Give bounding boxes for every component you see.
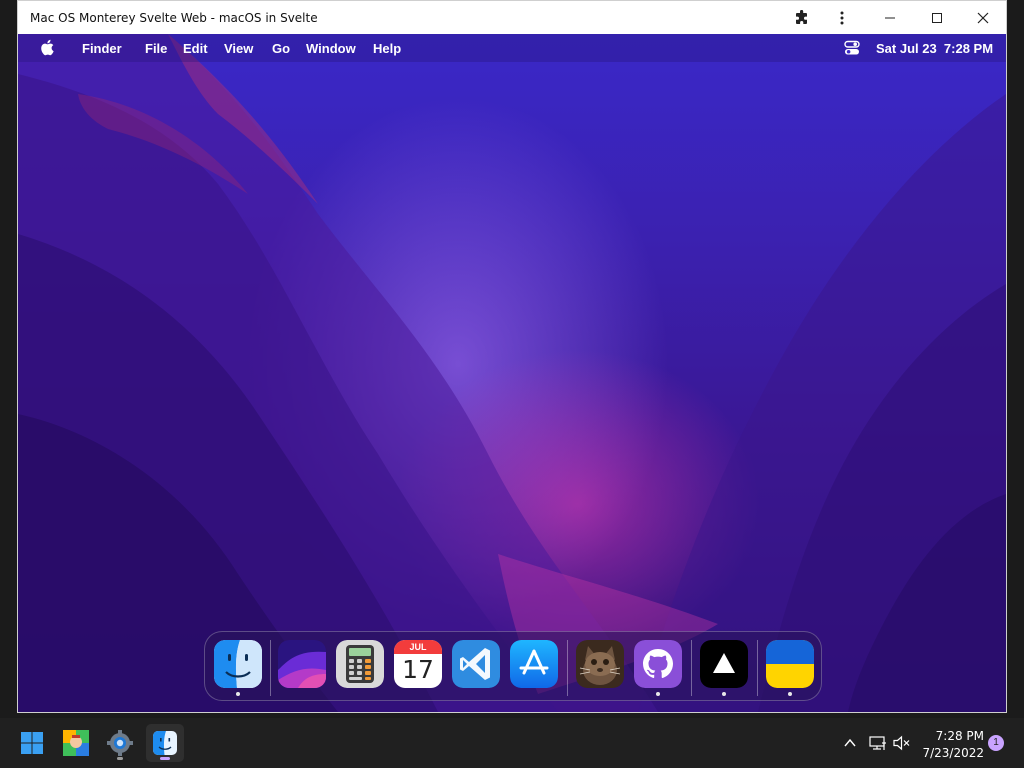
menu-finder[interactable]: Finder <box>82 41 122 56</box>
taskbar-settings[interactable] <box>101 724 139 762</box>
start-button[interactable] <box>13 724 51 762</box>
vscode-icon <box>452 640 500 688</box>
dock-app-finder[interactable] <box>214 640 262 688</box>
app-store-icon <box>510 640 558 688</box>
running-indicator <box>656 692 660 696</box>
windows-taskbar: 7:28 PM 7/23/2022 1 <box>0 718 1024 768</box>
minimize-icon <box>885 17 895 19</box>
calendar-icon: JUL 17 <box>394 640 442 688</box>
more-menu-icon <box>840 11 844 25</box>
browser-window: Mac OS Monterey Svelte Web - macOS in Sv… <box>17 0 1007 713</box>
control-center-icon[interactable] <box>844 40 860 56</box>
menu-edit[interactable]: Edit <box>183 41 208 56</box>
dock-app-vercel[interactable] <box>700 640 748 688</box>
github-icon <box>634 640 682 688</box>
dock-app-cat[interactable] <box>576 640 624 688</box>
menu-window[interactable]: Window <box>306 41 356 56</box>
app-icon <box>63 730 89 756</box>
maximize-button[interactable] <box>923 5 951 31</box>
dock-app-calculator[interactable] <box>336 640 384 688</box>
calculator-icon <box>336 640 384 688</box>
dock-app-vscode[interactable] <box>452 640 500 688</box>
close-icon <box>977 12 989 24</box>
running-indicator <box>722 692 726 696</box>
taskbar-clock-time[interactable]: 7:28 PM <box>930 729 984 743</box>
extensions-button[interactable] <box>788 5 816 31</box>
vercel-icon <box>700 640 748 688</box>
dock-app-wallpapers[interactable] <box>278 640 326 688</box>
network-icon[interactable] <box>869 735 887 751</box>
windows-desktop: Mac OS Monterey Svelte Web - macOS in Sv… <box>0 0 1024 768</box>
dock-separator <box>270 640 271 696</box>
mac-menu-bar: Finder File Edit View Go Window Help Sat… <box>18 34 1006 62</box>
finder-icon <box>214 640 262 688</box>
windows-start-icon <box>21 732 43 754</box>
finder-icon <box>153 731 177 755</box>
browser-titlebar[interactable]: Mac OS Monterey Svelte Web - macOS in Sv… <box>18 1 1006 34</box>
cat-photo-icon <box>576 640 624 688</box>
dock-separator <box>757 640 758 696</box>
settings-icon <box>107 730 133 756</box>
calendar-day: 17 <box>402 655 434 684</box>
wallpapers-icon <box>278 640 326 688</box>
mac-clock[interactable]: Sat Jul 23 7:28 PM <box>876 41 993 56</box>
running-indicator <box>788 692 792 696</box>
close-button[interactable] <box>969 5 997 31</box>
ukraine-flag-icon <box>766 640 814 688</box>
chevron-up-icon[interactable] <box>843 736 857 750</box>
dock-app-github[interactable] <box>634 640 682 688</box>
more-menu-button[interactable] <box>828 5 856 31</box>
taskbar-clock-date[interactable]: 7/23/2022 <box>918 746 984 760</box>
dock-separator <box>691 640 692 696</box>
menu-view[interactable]: View <box>224 41 253 56</box>
dock-app-calendar[interactable]: JUL 17 <box>394 640 442 688</box>
dock: JUL 17 <box>204 631 822 701</box>
monterey-wallpaper <box>18 34 1006 712</box>
menu-go[interactable]: Go <box>272 41 290 56</box>
taskbar-app[interactable] <box>57 724 95 762</box>
volume-muted-icon[interactable] <box>893 735 911 751</box>
minimize-button[interactable] <box>876 5 904 31</box>
extensions-icon <box>796 10 807 24</box>
menu-file[interactable]: File <box>145 41 167 56</box>
menu-help[interactable]: Help <box>373 41 401 56</box>
apple-icon[interactable] <box>40 39 54 56</box>
notification-badge[interactable]: 1 <box>988 735 1004 751</box>
dock-separator <box>567 640 568 696</box>
taskbar-active-indicator <box>160 757 170 760</box>
browser-title: Mac OS Monterey Svelte Web - macOS in Sv… <box>30 11 318 25</box>
calendar-month: JUL <box>409 642 427 652</box>
dock-app-app-store[interactable] <box>510 640 558 688</box>
macos-desktop[interactable]: Finder File Edit View Go Window Help Sat… <box>18 34 1006 712</box>
running-indicator <box>236 692 240 696</box>
dock-app-ukraine[interactable] <box>766 640 814 688</box>
maximize-icon <box>932 13 942 23</box>
taskbar-running-indicator <box>117 757 123 760</box>
taskbar-finder[interactable] <box>146 724 184 762</box>
